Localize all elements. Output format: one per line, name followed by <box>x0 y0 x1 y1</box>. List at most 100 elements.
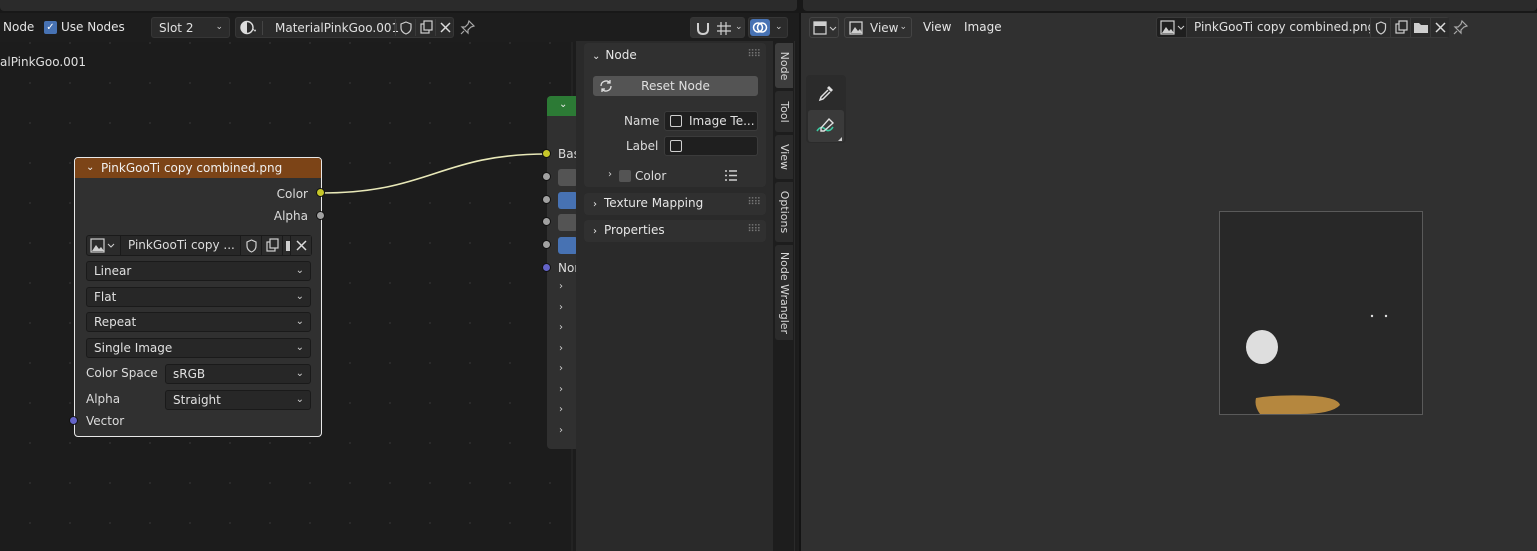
tab-tool[interactable]: Tool <box>775 91 793 132</box>
image-name-field[interactable]: PinkGooTi copy ... <box>120 236 240 255</box>
image-editor-header: View ⌄ View Image PinkGooTi copy combine… <box>801 13 1537 42</box>
node-panel-header[interactable]: ⌄ Node <box>592 48 637 62</box>
color-subpanel-label: Color <box>635 169 667 183</box>
input-socket[interactable] <box>542 217 551 226</box>
label-field[interactable] <box>664 136 758 156</box>
image-browse-icon[interactable] <box>89 237 117 257</box>
open-folder-icon[interactable] <box>1410 18 1430 37</box>
annotate-pen-icon <box>815 116 837 139</box>
alpha-mode-dropdown[interactable]: Straight ⌄ <box>165 390 311 410</box>
image-menu[interactable]: Image <box>964 20 1002 34</box>
properties-section[interactable]: › Properties ⠿⠿ <box>584 220 766 242</box>
tab-tool-label: Tool <box>778 100 791 123</box>
node-panel-title: Node <box>605 48 637 62</box>
subpanel-chevron-icon[interactable]: › <box>559 404 563 415</box>
node-tag-icon <box>670 140 682 152</box>
interpolation-dropdown[interactable]: Linear ⌄ <box>86 261 311 281</box>
label-label: Label <box>626 139 659 153</box>
input-socket[interactable] <box>542 195 551 204</box>
normal-input-socket[interactable] <box>542 263 551 272</box>
color-space-label: Color Space <box>86 366 158 380</box>
input-socket[interactable] <box>542 240 551 249</box>
chevron-down-icon: ⌄ <box>592 51 601 62</box>
color-output-socket[interactable] <box>316 188 325 197</box>
input-field[interactable] <box>558 169 578 186</box>
editor-type-selector[interactable] <box>809 17 839 38</box>
reset-node-label: Reset Node <box>641 79 710 93</box>
chevron-down-icon: ⌄ <box>295 394 304 405</box>
sample-tool[interactable] <box>808 77 844 109</box>
image-editor-area[interactable]: View ⌄ View Image PinkGooTi copy combine… <box>799 13 1537 551</box>
properties-header[interactable]: › Properties <box>593 223 665 237</box>
chevron-down-icon: ⌄ <box>295 291 304 302</box>
texture-mapping-header[interactable]: › Texture Mapping <box>593 196 703 210</box>
chevron-right-icon: › <box>593 226 597 237</box>
tab-node[interactable]: Node <box>775 43 793 88</box>
reset-node-button[interactable]: Reset Node <box>593 76 758 96</box>
tab-node-label: Node <box>778 51 791 80</box>
node-title-bar[interactable]: ⌄ PinkGooTi copy combined.png <box>75 158 321 178</box>
pin-icon[interactable] <box>1452 19 1470 39</box>
subpanel-chevron-icon[interactable]: › <box>559 281 563 292</box>
subpanel-chevron-icon[interactable]: › <box>559 363 563 374</box>
collapse-chevron-icon[interactable]: ⌄ <box>86 158 94 178</box>
presets-list-icon[interactable] <box>723 168 739 186</box>
close-icon[interactable] <box>290 236 311 255</box>
input-field[interactable] <box>558 214 578 231</box>
drag-grip-icon[interactable]: ⠿⠿ <box>747 49 761 60</box>
view-menu[interactable]: View <box>923 20 951 34</box>
collapse-chevron-icon[interactable]: ⌄ <box>559 99 567 110</box>
image-browse-icon[interactable] <box>1159 19 1187 39</box>
extension-value: Repeat <box>94 315 137 329</box>
drag-grip-icon[interactable]: ⠿⠿ <box>747 224 761 235</box>
tab-node-wrangler[interactable]: Node Wrangler <box>775 245 793 340</box>
image-datablock-selector[interactable]: PinkGooTi copy ... <box>86 235 312 256</box>
alpha-output-socket[interactable] <box>316 211 325 220</box>
texture-mapping-title: Texture Mapping <box>604 196 704 210</box>
properties-title: Properties <box>604 223 665 237</box>
input-slider[interactable] <box>558 237 578 254</box>
source-value: Single Image <box>94 341 173 355</box>
base-color-input-socket[interactable] <box>542 149 551 158</box>
output-color-label: Color <box>276 187 308 201</box>
input-slider[interactable] <box>558 192 578 209</box>
image-preview-canvas[interactable] <box>1219 211 1423 415</box>
chevron-down-icon: ⌄ <box>295 316 304 327</box>
image-texture-node[interactable]: ⌄ PinkGooTi copy combined.png Color Alph… <box>74 157 322 437</box>
texture-image <box>1246 314 1388 414</box>
image-name-field[interactable]: PinkGooTi copy combined.png <box>1186 18 1375 37</box>
projection-dropdown[interactable]: Flat ⌄ <box>86 287 311 307</box>
source-dropdown[interactable]: Single Image ⌄ <box>86 338 311 358</box>
color-checkbox[interactable] <box>619 170 631 182</box>
subpanel-chevron-icon[interactable]: › <box>559 302 563 313</box>
texture-mapping-section[interactable]: › Texture Mapping ⠿⠿ <box>584 193 766 215</box>
node-panel-section: ⌄ Node ⠿⠿ Reset Node Name Image Te... Lab… <box>584 43 766 187</box>
name-field[interactable]: Image Te... <box>664 111 758 131</box>
fake-user-shield-icon[interactable] <box>240 236 261 255</box>
drag-grip-icon[interactable]: ⠿⠿ <box>747 197 761 208</box>
extension-dropdown[interactable]: Repeat ⌄ <box>86 312 311 332</box>
alpha-mode-label: Alpha <box>86 392 121 406</box>
sidebar-n-panel: ⌄ Node ⠿⠿ Reset Node Name Image Te... Lab… <box>576 41 773 551</box>
duplicate-icon[interactable] <box>1390 18 1410 37</box>
subpanel-chevron-icon[interactable]: › <box>559 343 563 354</box>
vector-input-socket[interactable] <box>69 416 78 425</box>
image-datablock-selector[interactable]: PinkGooTi copy combined.png <box>1156 17 1449 38</box>
tab-view[interactable]: View <box>775 135 793 179</box>
chevron-right-icon: › <box>593 199 597 210</box>
window-top-strip <box>0 0 1537 13</box>
subpanel-chevron-icon[interactable]: › <box>559 322 563 333</box>
eyedropper-icon <box>816 83 836 106</box>
fake-user-shield-icon[interactable] <box>1370 18 1390 37</box>
close-icon[interactable] <box>1430 18 1449 37</box>
subpanel-chevron-icon[interactable]: › <box>559 425 563 436</box>
chevron-right-icon[interactable]: › <box>608 169 612 180</box>
tab-options[interactable]: Options <box>775 182 793 242</box>
tab-node-wrangler-label: Node Wrangler <box>778 251 791 334</box>
color-space-dropdown[interactable]: sRGB ⌄ <box>165 364 311 384</box>
subpanel-chevron-icon[interactable]: › <box>559 384 563 395</box>
view-mode-dropdown[interactable]: View ⌄ <box>844 17 912 38</box>
input-socket[interactable] <box>542 172 551 181</box>
annotate-tool[interactable] <box>808 110 844 142</box>
duplicate-icon[interactable] <box>261 236 282 255</box>
